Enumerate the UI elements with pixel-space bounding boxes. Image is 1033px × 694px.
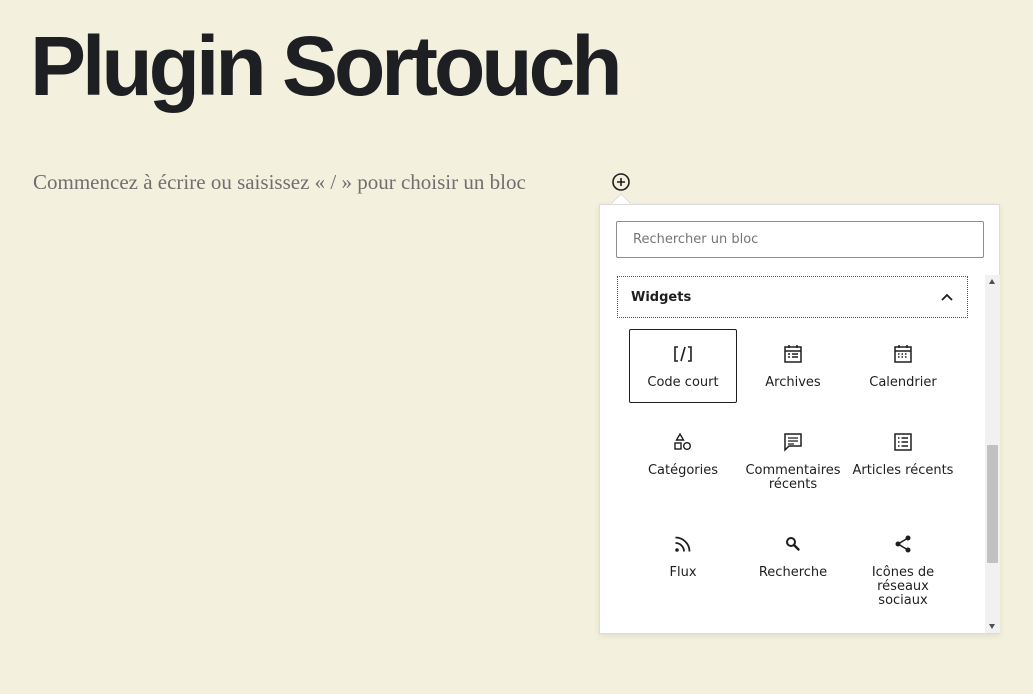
search-icon [781,532,805,556]
block-label: Articles récents [852,463,954,478]
categories-icon [671,430,695,454]
block-inserter-popover: Widgets Code court [599,204,1000,634]
block-label: Archives [765,375,821,390]
block-label: Catégories [647,463,719,478]
block-social-icons[interactable]: Icônes de réseaux sociaux [849,519,957,608]
scroll-thumb[interactable] [987,445,998,563]
page-title[interactable]: Plugin Sortouch [30,18,623,114]
panel-scrollbar[interactable] [985,275,1000,633]
panel-title: Widgets [631,289,692,305]
block-placeholder[interactable]: Commencez à écrire ou saisissez « / » po… [33,170,526,195]
widgets-panel-toggle[interactable]: Widgets [617,276,968,318]
block-calendar[interactable]: Calendrier [849,329,957,403]
block-categories[interactable]: Catégories [629,417,737,501]
comment-icon [781,430,805,454]
post-list-icon [891,430,915,454]
scroll-down-arrow[interactable] [989,624,995,629]
block-latest-posts[interactable]: Articles récents [849,417,957,501]
calendar-icon [891,342,915,366]
calendar-archive-icon [781,342,805,366]
block-label: Calendrier [869,375,937,390]
block-search[interactable]: Recherche [739,519,847,603]
block-label: Flux [669,565,697,580]
block-search-input[interactable] [616,221,984,258]
block-label: Icônes de réseaux sociaux [871,565,935,608]
shortcode-icon [671,342,695,366]
block-latest-comments[interactable]: Commentaires récents [739,417,847,501]
block-label: Recherche [758,565,828,580]
block-label: Code court [647,375,719,390]
block-shortcode[interactable]: Code court [629,329,737,403]
plus-circle-icon [612,173,630,191]
block-rss[interactable]: Flux [629,519,737,603]
scroll-up-arrow[interactable] [989,279,995,284]
chevron-up-icon [941,293,953,301]
rss-icon [671,532,695,556]
block-inserter-button[interactable] [611,172,631,192]
block-label: Commentaires récents [745,463,841,492]
block-archives[interactable]: Archives [739,329,847,403]
share-icon [891,532,915,556]
